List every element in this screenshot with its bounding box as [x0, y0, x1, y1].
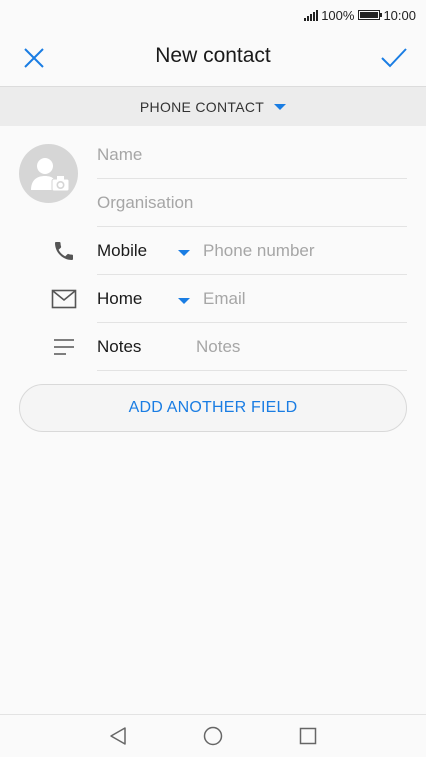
email-input[interactable]: Email [203, 289, 246, 309]
page-title: New contact [155, 44, 271, 67]
email-type-dropdown-icon[interactable] [178, 298, 190, 304]
save-button[interactable] [380, 44, 408, 72]
phone-icon [50, 237, 78, 265]
phone-type-dropdown-icon[interactable] [178, 250, 190, 256]
battery-percentage: 100% [321, 7, 355, 23]
phone-row: Mobile Phone number [97, 227, 407, 275]
notes-icon [50, 333, 78, 361]
checkmark-icon [381, 48, 407, 68]
battery-icon [358, 10, 383, 20]
phone-type-selector[interactable]: Mobile [97, 241, 147, 261]
status-bar: 100% 10:00 [0, 0, 426, 30]
add-another-field-button[interactable]: ADD ANOTHER FIELD [19, 384, 407, 432]
phone-number-input[interactable]: Phone number [203, 241, 315, 261]
account-type-selector[interactable]: PHONE CONTACT [0, 86, 426, 126]
name-input[interactable]: Name [97, 145, 142, 165]
home-button[interactable] [202, 725, 224, 747]
signal-icon [304, 9, 319, 21]
notes-input[interactable]: Notes [196, 337, 240, 357]
app-bar: New contact [0, 30, 426, 86]
email-icon [50, 285, 78, 313]
dropdown-arrow-icon [274, 103, 287, 110]
clock: 10:00 [383, 7, 416, 23]
contact-photo-icon [31, 158, 70, 192]
account-type-label: PHONE CONTACT [139, 98, 265, 115]
name-field[interactable]: Name [97, 131, 407, 179]
add-photo-button[interactable] [19, 144, 78, 203]
home-circle-icon [203, 726, 223, 746]
organisation-input[interactable]: Organisation [97, 193, 193, 213]
notes-label: Notes [97, 337, 142, 356]
system-navigation-bar [0, 714, 426, 757]
email-type-selector[interactable]: Home [97, 289, 142, 309]
back-button[interactable] [107, 725, 129, 747]
recent-apps-button[interactable] [297, 725, 319, 747]
organisation-field[interactable]: Organisation [97, 179, 407, 227]
notes-row: Notes Notes [97, 323, 407, 371]
email-row: Home Email [97, 275, 407, 323]
recent-square-icon [299, 727, 317, 745]
back-triangle-icon [110, 727, 126, 745]
add-another-field-label: ADD ANOTHER FIELD [128, 399, 298, 416]
